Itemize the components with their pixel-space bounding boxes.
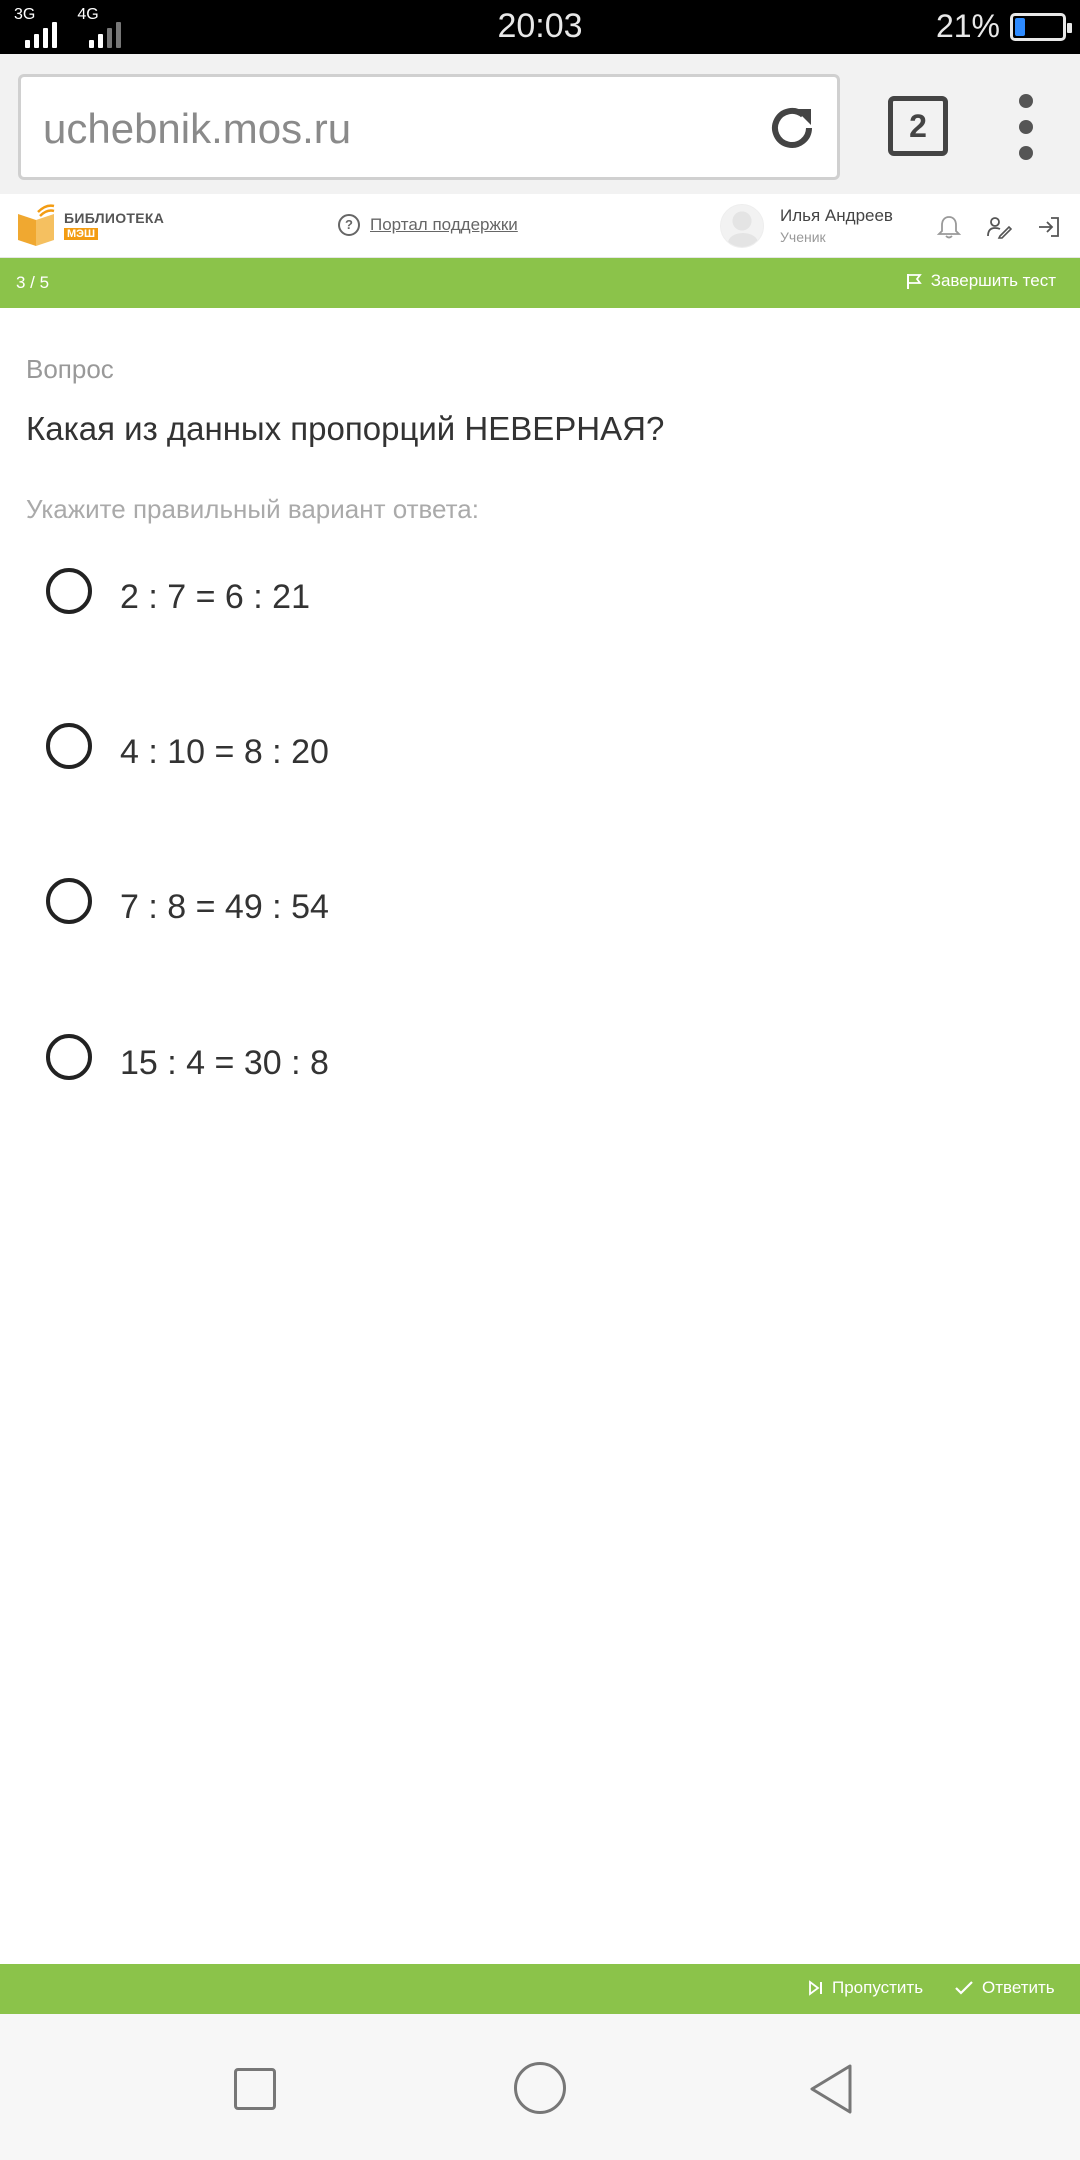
question-text: Какая из данных пропорций НЕВЕРНАЯ? [26,410,665,447]
avatar[interactable] [720,204,764,248]
finish-test-label[interactable]: Завершить тест [931,271,1056,291]
back-icon[interactable] [806,2062,856,2116]
user-role: Ученик [780,229,826,245]
radio-button[interactable] [46,568,92,614]
system-nav-bar [0,2014,1080,2160]
library-logo-icon[interactable] [16,202,56,248]
reload-icon[interactable] [765,101,819,155]
skip-icon [809,1980,822,1996]
browser-toolbar: uchebnik.mos.ru 2 [0,54,1080,194]
answer-option-text[interactable]: 4 : 10 = 8 : 20 [120,733,329,772]
tabs-button[interactable]: 2 [888,96,948,156]
recent-apps-icon[interactable] [234,2068,276,2110]
screen: 3G 4G 20:03 21% uchebnik.mos.ru 2 БИБЛИО… [0,0,1080,2160]
answer-option-text[interactable]: 2 : 7 = 6 : 21 [120,578,310,617]
answer-option-3[interactable]: 7 : 8 = 49 : 54 [46,878,746,948]
answer-button[interactable]: Ответить [954,1978,1055,1998]
battery-percent: 21% [935,8,1000,44]
logo-title[interactable]: БИБЛИОТЕКА [64,210,164,226]
answer-option-2[interactable]: 4 : 10 = 8 : 20 [46,723,746,793]
url-text[interactable]: uchebnik.mos.ru [43,105,351,153]
support-portal-link[interactable]: ? Портал поддержки [338,214,518,236]
test-progress-bar: 3 / 5 Завершить тест [0,258,1080,308]
home-icon[interactable] [514,2062,566,2114]
finish-test-button[interactable]: Завершить тест [905,271,1056,291]
edit-profile-icon[interactable] [986,214,1012,240]
action-bar: Пропустить Ответить [0,1964,1080,2014]
menu-icon[interactable] [1016,94,1036,160]
user-name[interactable]: Илья Андреев [780,206,893,226]
answer-option-1[interactable]: 2 : 7 = 6 : 21 [46,568,746,638]
address-bar[interactable]: uchebnik.mos.ru [18,74,840,180]
check-icon [955,1981,973,1995]
answer-option-text[interactable]: 15 : 4 = 30 : 8 [120,1044,329,1083]
answer-option-text[interactable]: 7 : 8 = 49 : 54 [120,888,329,927]
battery-icon [1010,12,1072,41]
logout-icon[interactable] [1036,214,1062,240]
flag-icon [906,274,922,289]
support-label[interactable]: Портал поддержки [370,215,518,235]
skip-label[interactable]: Пропустить [832,1978,923,1998]
battery-status: 21% [935,8,1072,45]
logo-subtitle: МЭШ [64,228,99,240]
radio-button[interactable] [46,1034,92,1080]
question-counter: 3 / 5 [16,273,50,292]
answer-label[interactable]: Ответить [982,1978,1055,1998]
skip-button[interactable]: Пропустить [808,1978,923,1998]
answer-option-4[interactable]: 15 : 4 = 30 : 8 [46,1034,746,1104]
status-bar: 3G 4G 20:03 21% [0,0,1080,54]
help-icon: ? [338,214,360,236]
question-label: Вопрос [26,354,114,384]
radio-button[interactable] [46,723,92,769]
clock: 20:03 [497,7,583,45]
bell-icon[interactable] [936,214,962,240]
answer-hint: Укажите правильный вариант ответа: [26,494,479,524]
radio-button[interactable] [46,878,92,924]
site-header: БИБЛИОТЕКА МЭШ ? Портал поддержки Илья А… [0,194,1080,258]
